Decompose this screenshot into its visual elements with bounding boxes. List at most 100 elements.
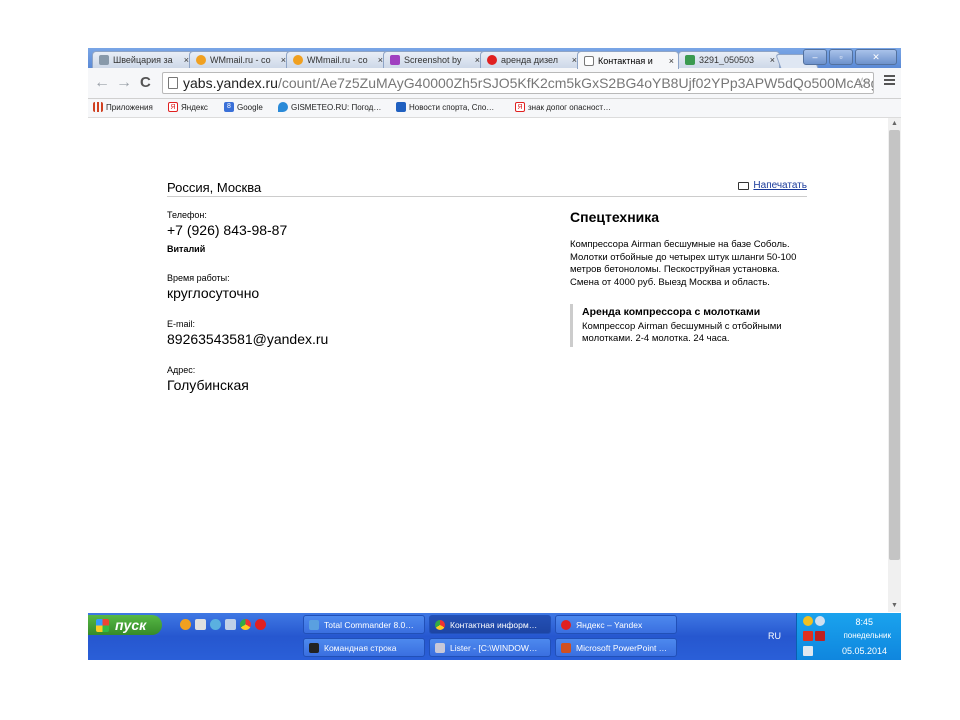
chrome-icon[interactable] <box>240 619 251 630</box>
page-icon <box>168 77 178 89</box>
back-icon[interactable]: ← <box>94 74 110 92</box>
task-cmd[interactable]: Командная строка <box>303 638 425 657</box>
print-link[interactable]: Напечатать <box>738 180 807 191</box>
drop-icon <box>278 102 288 112</box>
ad-description: Компрессор Airman бесшумный с отбойными … <box>582 321 782 344</box>
scroll-down-icon[interactable]: ▼ <box>888 600 901 612</box>
tab-7[interactable]: 3291_050503 × <box>678 51 780 68</box>
tab-4[interactable]: Screenshot by × <box>383 51 485 68</box>
task-powerpoint[interactable]: Microsoft PowerPoint … <box>555 638 677 657</box>
task-lister[interactable]: Lister - [C:\WINDOW… <box>429 638 551 657</box>
tab-5[interactable]: аренда дизел × <box>480 51 582 68</box>
minimize-button[interactable]: – <box>803 49 827 65</box>
tab-label: WMmail.ru - со <box>210 55 271 65</box>
address-value: Голубинская <box>167 377 249 393</box>
bookmark-apps[interactable]: Приложения <box>93 102 153 112</box>
ad-block[interactable]: Аренда компрессора с молотками Компрессо… <box>570 304 806 347</box>
task-label: Lister - [C:\WINDOW… <box>450 642 538 653</box>
tab-active[interactable]: Контактная и × <box>577 51 679 69</box>
bookmark-gismeteo[interactable]: GISMETEO.RU: Погод… <box>278 102 381 112</box>
bookmark-google[interactable]: 8 Google <box>224 102 263 112</box>
clock-date: 05.05.2014 <box>841 646 887 656</box>
quicklaunch-app-icon[interactable] <box>195 619 206 630</box>
yandex-icon <box>487 55 497 65</box>
network-icon[interactable] <box>803 646 813 656</box>
quicklaunch-app-icon[interactable] <box>180 619 191 630</box>
yandex-browser-icon <box>561 619 571 630</box>
bookmarks-bar: Приложения Я Яндекс 8 Google GISMETEO.RU… <box>88 99 901 118</box>
scroll-up-icon[interactable]: ▲ <box>888 118 901 130</box>
tab-label: Screenshot by <box>404 55 462 65</box>
page-viewport: Россия, Москва Напечатать Телефон: +7 (9… <box>88 118 901 612</box>
phone-label: Телефон: <box>167 210 207 220</box>
task-total-commander[interactable]: Total Commander 8.0… <box>303 615 425 634</box>
browser-window: Швейцария за × WMmail.ru - со × WMmail.r… <box>88 48 901 612</box>
star-icon[interactable]: ☆ <box>856 74 869 92</box>
bookmark-yandex[interactable]: Я Яндекс <box>168 102 208 112</box>
maximize-button[interactable]: ▫ <box>829 49 853 65</box>
chrome-icon <box>435 619 445 630</box>
menu-icon[interactable] <box>884 75 895 87</box>
tray-app-icon[interactable] <box>803 616 813 626</box>
tab-label: Швейцария за <box>113 55 173 65</box>
wmmail-icon <box>293 55 303 65</box>
task-label: Контактная информ… <box>450 619 538 630</box>
sport-news-icon <box>396 102 406 112</box>
lister-icon <box>435 642 445 653</box>
google-icon: 8 <box>224 102 234 112</box>
url-path: /count/Ae7z5ZuMAyG40000Zh5rSJO5KfK2cm5kG… <box>277 75 873 91</box>
task-label: Яндекс – Yandex <box>576 619 643 630</box>
bookmark-label: Приложения <box>106 102 153 112</box>
system-tray: 8:45 понедельник 05.05.2014 <box>796 613 901 660</box>
close-window-button[interactable]: ✕ <box>855 49 897 65</box>
yandex-icon: Я <box>168 102 178 112</box>
address-bar[interactable]: yabs.yandex.ru/count/Ae7z5ZuMAyG40000Zh5… <box>162 72 874 94</box>
doc-icon <box>584 55 594 66</box>
bookmark-label: GISMETEO.RU: Погод… <box>291 102 382 112</box>
bookmark-dopog[interactable]: Я знак допог опасност… <box>515 102 611 112</box>
reload-icon[interactable]: C <box>140 74 151 92</box>
contact-name: Виталий <box>167 244 206 254</box>
start-button[interactable]: пуск <box>88 615 162 635</box>
apps-grid-icon <box>93 102 103 112</box>
divider <box>167 196 807 197</box>
volume-muted-icon[interactable] <box>803 631 813 641</box>
clock-time[interactable]: 8:45 <box>855 617 873 627</box>
hours-label: Время работы: <box>167 273 230 283</box>
quicklaunch-app-icon[interactable] <box>225 619 236 630</box>
feather-icon <box>390 55 400 65</box>
quicklaunch-app-icon[interactable] <box>210 619 221 630</box>
url-domain: yabs.yandex.ru <box>183 75 278 91</box>
yandex-browser-icon[interactable] <box>255 619 266 630</box>
kaspersky-icon[interactable] <box>815 631 825 641</box>
tray-app-icon[interactable] <box>815 616 825 626</box>
terminal-icon <box>309 642 319 653</box>
vertical-scrollbar[interactable]: ▲ ▼ <box>888 118 901 612</box>
tab-strip: Швейцария за × WMmail.ru - со × WMmail.r… <box>88 48 901 69</box>
bookmark-sport[interactable]: Новости спорта, Спо… <box>396 102 494 112</box>
image-icon <box>685 55 695 65</box>
phone-value: +7 (926) 843-98-87 <box>167 222 288 238</box>
address-label: Адрес: <box>167 365 196 375</box>
scroll-thumb[interactable] <box>889 130 900 560</box>
email-value[interactable]: 89263543581@yandex.ru <box>167 331 328 347</box>
windows-logo-icon <box>96 618 109 632</box>
printer-icon <box>738 181 750 190</box>
quick-launch <box>180 619 266 630</box>
close-icon[interactable]: × <box>669 56 674 66</box>
tab-2[interactable]: WMmail.ru - со × <box>189 51 291 68</box>
forward-icon[interactable]: → <box>116 74 132 92</box>
browser-toolbar: ← → C yabs.yandex.ru/count/Ae7z5ZuMAyG40… <box>88 68 901 99</box>
tab-label: 3291_050503 <box>699 55 755 65</box>
bookmark-label: знак допог опасност… <box>528 102 612 112</box>
language-indicator[interactable]: RU <box>768 631 781 641</box>
close-icon[interactable]: × <box>770 55 775 65</box>
task-label: Total Commander 8.0… <box>324 619 414 630</box>
window-controls: – ▫ ✕ <box>803 49 897 65</box>
tab-1[interactable]: Швейцария за × <box>92 51 194 68</box>
task-chrome-contact[interactable]: Контактная информ… <box>429 615 551 634</box>
tab-3[interactable]: WMmail.ru - со × <box>286 51 388 68</box>
tab-label: Контактная и <box>598 55 653 66</box>
task-yandex[interactable]: Яндекс – Yandex <box>555 615 677 634</box>
ad-title[interactable]: Аренда компрессора с молотками <box>582 306 806 318</box>
